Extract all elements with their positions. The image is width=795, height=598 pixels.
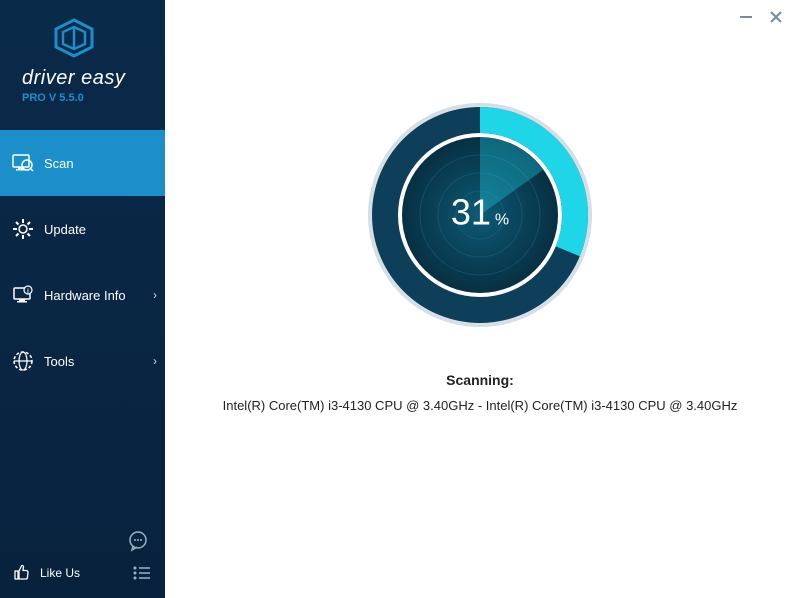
chevron-right-icon: › <box>153 288 157 302</box>
scan-status-label: Scanning: <box>446 372 514 388</box>
scan-icon <box>12 152 34 174</box>
scan-area: 31 % Scanning: Intel(R) Core(TM) i3-4130… <box>165 0 795 413</box>
scan-device-text: Intel(R) Core(TM) i3-4130 CPU @ 3.40GHz … <box>203 398 758 413</box>
progress-ring: 31 % <box>365 100 595 330</box>
hardware-info-icon: i <box>12 284 34 306</box>
sidebar-item-label: Update <box>44 222 86 237</box>
app-version: PRO V 5.5.0 <box>22 92 84 104</box>
sidebar-item-label: Scan <box>44 156 74 171</box>
feedback-icon[interactable] <box>127 530 149 552</box>
gear-icon <box>12 218 34 240</box>
chevron-right-icon: › <box>153 354 157 368</box>
app-logo-icon <box>52 18 96 63</box>
sidebar-item-scan[interactable]: Scan <box>0 130 165 196</box>
sidebar-item-hardware[interactable]: i Hardware Info › <box>0 262 165 328</box>
sidebar-item-tools[interactable]: Tools › <box>0 328 165 394</box>
logo-area: driver easy PRO V 5.5.0 <box>0 0 165 112</box>
window-controls <box>737 8 785 26</box>
like-us-label: Like Us <box>40 566 80 580</box>
sidebar-item-update[interactable]: Update <box>0 196 165 262</box>
sidebar-item-label: Tools <box>44 354 74 369</box>
close-button[interactable] <box>767 8 785 26</box>
menu-icon[interactable] <box>131 562 153 584</box>
thumbs-up-icon <box>12 563 32 583</box>
sidebar-item-label: Hardware Info <box>44 288 126 303</box>
tools-icon <box>12 350 34 372</box>
like-us-button[interactable]: Like Us <box>12 563 80 583</box>
app-name: driver easy <box>22 67 125 90</box>
footer-icons <box>12 530 153 552</box>
main-content: 31 % Scanning: Intel(R) Core(TM) i3-4130… <box>165 0 795 598</box>
sidebar-footer: Like Us <box>0 520 165 598</box>
percent-suffix: % <box>495 211 509 229</box>
percent-value: 31 <box>451 191 491 233</box>
sidebar: driver easy PRO V 5.5.0 Scan <box>0 0 165 598</box>
progress-percent: 31 % <box>451 191 509 233</box>
minimize-button[interactable] <box>737 8 755 26</box>
nav: Scan Update <box>0 130 165 520</box>
